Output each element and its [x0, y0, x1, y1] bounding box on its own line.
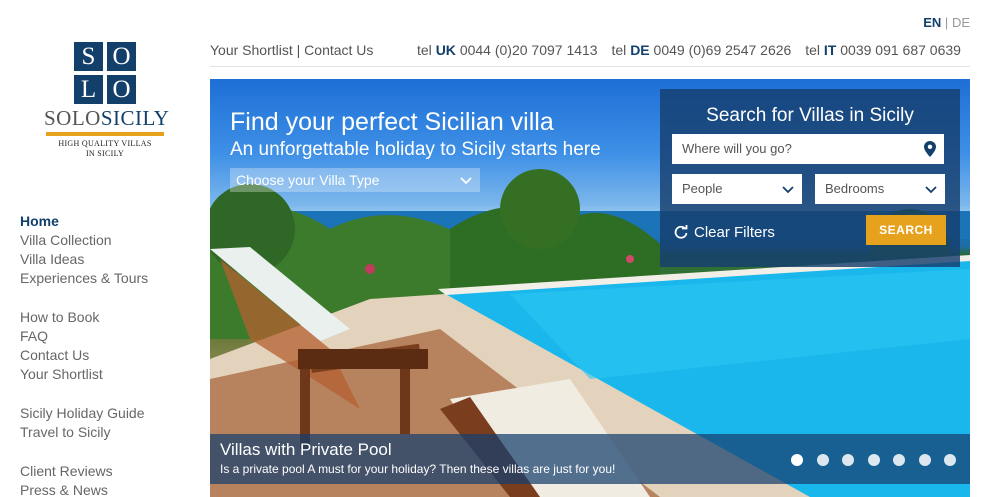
where-input[interactable]: Where will you go? — [672, 134, 944, 164]
lang-de[interactable]: DE — [952, 15, 970, 30]
slide-dot[interactable] — [842, 454, 855, 466]
chevron-down-icon — [782, 186, 794, 194]
top-links: Your Shortlist | Contact Us — [210, 42, 373, 58]
logo-letter: O — [107, 42, 136, 71]
slide-dot[interactable] — [867, 454, 880, 466]
logo-word-sicily: SICILY — [100, 106, 170, 130]
villa-type-label: Choose your Villa Type — [236, 172, 380, 188]
logo-letter: L — [74, 75, 103, 104]
top-links-separator: | — [296, 42, 301, 58]
logo-mark: S O L O — [74, 42, 136, 104]
phone-number: 0044 (0)20 7097 1413 — [459, 42, 598, 58]
chevron-down-icon — [460, 177, 472, 185]
slide-pagination — [782, 453, 956, 466]
bedrooms-label: Bedrooms — [825, 181, 885, 196]
nav-group: How to Book FAQ Contact Us Your Shortlis… — [20, 308, 190, 384]
phone-number: 0049 (0)69 2547 2626 — [653, 42, 792, 58]
sidebar-item-home[interactable]: Home — [20, 212, 190, 231]
phone-prefix: tel — [417, 42, 432, 58]
logo-wordmark: SOLOSICILY — [44, 106, 169, 131]
top-link-contact[interactable]: Contact Us — [304, 42, 373, 58]
sidebar-item-villa-collection[interactable]: Villa Collection — [20, 231, 190, 250]
where-placeholder: Where will you go? — [682, 141, 792, 156]
sidebar-item-travel-to-sicily[interactable]: Travel to Sicily — [20, 423, 190, 442]
slide-dot[interactable] — [893, 454, 906, 466]
phone-numbers: tel UK 0044 (0)20 7097 1413 tel DE 0049 … — [417, 42, 961, 58]
logo-word-solo: SOLO — [44, 106, 101, 130]
hero-subtitle: An unforgettable holiday to Sicily start… — [230, 139, 601, 160]
phone-prefix: tel — [805, 42, 821, 58]
nav-group: Sicily Holiday Guide Travel to Sicily — [20, 404, 190, 442]
header-divider — [210, 66, 970, 67]
chevron-down-icon — [925, 186, 937, 194]
language-switcher: EN | DE — [923, 15, 970, 30]
slide-dot[interactable] — [816, 454, 829, 466]
lang-en[interactable]: EN — [923, 15, 941, 30]
logo-underline — [46, 132, 164, 136]
sidebar-nav: Home Villa Collection Villa Ideas Experi… — [20, 212, 190, 497]
logo[interactable]: S O L O SOLOSICILY HIGH QUALITY VILLAS I… — [44, 42, 169, 162]
phone-de[interactable]: tel DE 0049 (0)69 2547 2626 — [612, 42, 792, 58]
sidebar-item-client-reviews[interactable]: Client Reviews — [20, 462, 190, 481]
map-pin-icon — [924, 141, 936, 157]
phone-country: UK — [435, 42, 456, 58]
phone-number: 0039 091 687 0639 — [840, 42, 961, 58]
villa-type-select[interactable]: Choose your Villa Type — [230, 168, 480, 192]
nav-group: Client Reviews Press & News — [20, 462, 190, 497]
slide-caption[interactable]: Villas with Private Pool Is a private po… — [210, 434, 970, 484]
logo-tagline: HIGH QUALITY VILLAS IN SICILY — [44, 139, 166, 159]
sidebar-item-press-news[interactable]: Press & News — [20, 481, 190, 497]
people-select[interactable]: People — [672, 174, 802, 204]
phone-it[interactable]: tel IT 0039 091 687 0639 — [805, 42, 961, 58]
slide-description: Is a private pool A must for your holida… — [220, 462, 616, 476]
search-panel: Search for Villas in Sicily Where will y… — [660, 89, 960, 267]
sidebar-item-contact-us[interactable]: Contact Us — [20, 346, 190, 365]
slide-title: Villas with Private Pool — [220, 440, 392, 459]
hero-banner: Find your perfect Sicilian villa An unfo… — [210, 79, 970, 497]
nav-group: Home Villa Collection Villa Ideas Experi… — [20, 212, 190, 288]
hero-title: Find your perfect Sicilian villa — [230, 108, 554, 136]
search-title: Search for Villas in Sicily — [706, 105, 914, 126]
clear-filters-label: Clear Filters — [694, 224, 775, 241]
slide-dot[interactable] — [944, 454, 956, 466]
phone-country: DE — [630, 42, 650, 58]
sidebar-item-your-shortlist[interactable]: Your Shortlist — [20, 365, 190, 384]
phone-uk[interactable]: tel UK 0044 (0)20 7097 1413 — [417, 42, 598, 58]
lang-separator: | — [944, 15, 949, 30]
sidebar-item-how-to-book[interactable]: How to Book — [20, 308, 190, 327]
phone-prefix: tel — [611, 42, 627, 58]
people-label: People — [682, 181, 723, 196]
sidebar-item-experiences-tours[interactable]: Experiences & Tours — [20, 269, 190, 288]
top-link-shortlist[interactable]: Your Shortlist — [210, 42, 293, 58]
logo-tagline-line: HIGH QUALITY VILLAS — [58, 139, 152, 148]
refresh-icon — [674, 225, 688, 239]
logo-letter: S — [74, 42, 103, 71]
sidebar-item-sicily-holiday-guide[interactable]: Sicily Holiday Guide — [20, 404, 190, 423]
bedrooms-select[interactable]: Bedrooms — [815, 174, 945, 204]
clear-filters-button[interactable]: Clear Filters — [674, 224, 775, 241]
sidebar-item-villa-ideas[interactable]: Villa Ideas — [20, 250, 190, 269]
logo-tagline-line: IN SICILY — [85, 149, 125, 158]
phone-country: IT — [823, 42, 837, 58]
logo-letter: O — [107, 75, 136, 104]
search-button[interactable]: SEARCH — [866, 215, 946, 245]
sidebar-item-faq[interactable]: FAQ — [20, 327, 190, 346]
slide-dot[interactable] — [918, 454, 931, 466]
slide-dot[interactable] — [791, 454, 804, 466]
